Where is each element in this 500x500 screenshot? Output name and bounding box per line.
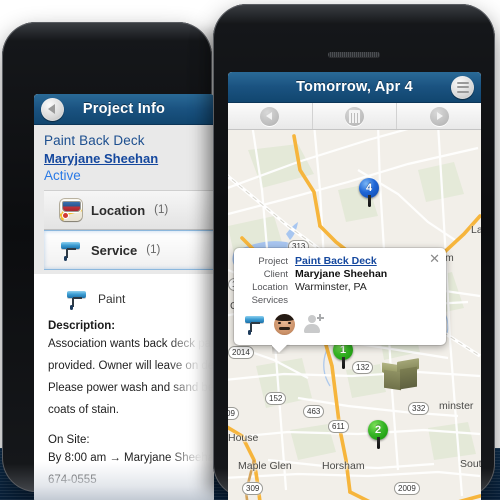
callout-arrow	[272, 344, 290, 354]
description-line: Association wants back deck painted t	[48, 338, 214, 350]
add-person-icon[interactable]	[303, 314, 324, 333]
callout-fields: Project Paint Back Deck Client Maryjane …	[242, 255, 438, 306]
callout-project-link[interactable]: Paint Back Deck	[295, 255, 438, 267]
calendar-button[interactable]	[313, 103, 398, 129]
next-day-button[interactable]	[397, 103, 481, 129]
right-phone-screen: Tomorrow, Apr 4 La minster Horsham Maple…	[228, 72, 481, 500]
onsite-label-colon: :	[86, 434, 90, 446]
paint-roller-icon[interactable]	[244, 313, 266, 335]
route-shield: 132	[352, 361, 374, 374]
right-phone-device: Tomorrow, Apr 4 La minster Horsham Maple…	[213, 4, 495, 500]
onsite-label-text: On Site	[48, 434, 87, 446]
date-nav-toolbar	[228, 103, 481, 130]
map-place-label: minster	[439, 400, 474, 412]
onsite-line: 674-0555	[48, 474, 97, 486]
callout-services-value	[295, 294, 438, 306]
onsite-label: On Site:	[48, 434, 200, 446]
map-pin-tail	[376, 437, 380, 449]
map-canvas[interactable]: Doylestown Buckingham Laha Cha minster H…	[228, 130, 481, 500]
map-place-label: Laha	[471, 224, 481, 236]
callout-key: Location	[252, 282, 288, 293]
accordion-item-service[interactable]: Service (1)	[44, 230, 214, 270]
map-place-label: Southam	[460, 458, 481, 470]
left-navbar: Project Info	[34, 94, 214, 125]
accordion-item-label: Location	[91, 202, 146, 218]
calendar-icon	[345, 106, 364, 126]
date-title: Tomorrow, Apr 4	[296, 79, 413, 95]
route-shield: 611	[328, 420, 349, 433]
service-row: Paint	[66, 288, 200, 310]
route-shield: 463	[303, 405, 325, 418]
accordion-item-count: (1)	[154, 204, 169, 216]
list-menu-button[interactable]	[451, 75, 474, 99]
description-label: Description:	[48, 320, 116, 332]
chevron-left-icon	[260, 106, 280, 126]
callout-key: Project	[258, 256, 288, 267]
callout-key: Client	[263, 269, 288, 280]
page-title: Project Info	[82, 101, 166, 117]
map-callout-popup: ✕ Project Paint Back Deck Client Maryjan…	[234, 248, 446, 345]
map-place-label: Maple Glen	[238, 460, 292, 472]
left-phone-screen: Project Info Paint Back Deck Maryjane Sh…	[34, 94, 214, 500]
route-shield: 2009	[394, 482, 420, 495]
right-navbar: Tomorrow, Apr 4	[228, 72, 481, 103]
project-header: Paint Back Deck Maryjane Sheehan Active …	[34, 125, 214, 274]
onsite-line: By 8:00 am → Maryjane Sheehan	[48, 452, 214, 464]
paint-roller-icon	[60, 239, 82, 261]
map-place-label: Horsham	[322, 460, 365, 472]
list-menu-icon	[456, 81, 469, 93]
route-shield: 309	[242, 482, 264, 495]
close-icon[interactable]: ✕	[429, 252, 440, 265]
project-status: Active	[44, 168, 81, 183]
callout-key: Services	[251, 295, 288, 306]
chevron-left-icon	[48, 104, 55, 114]
description-line: coats of stain.	[48, 404, 119, 416]
map-location-icon	[60, 199, 82, 221]
assignee-avatar[interactable]	[274, 313, 295, 335]
back-button[interactable]	[41, 97, 64, 121]
service-detail-panel: Paint Description: Association wants bac…	[34, 274, 214, 500]
callout-location-value: Warminster, PA	[295, 281, 367, 293]
accordion-item-label: Service	[91, 242, 138, 258]
left-phone-device: Project Info Paint Back Deck Maryjane Sh…	[2, 22, 214, 500]
earpiece-speaker	[328, 52, 380, 57]
map-pin-tail	[341, 357, 345, 369]
accordion-item-location[interactable]: Location (1)	[44, 190, 214, 230]
route-shield: 152	[265, 392, 287, 405]
project-client-link[interactable]: Maryjane Sheehan	[44, 151, 214, 166]
paint-roller-icon	[66, 288, 88, 310]
chevron-right-icon	[429, 106, 449, 126]
map-pin-tail	[367, 195, 371, 207]
accordion-item-count: (1)	[146, 244, 161, 256]
description-line: provided. Owner will leave on deck f	[48, 360, 214, 372]
screenshot-stage: Project Info Paint Back Deck Maryjane Sh…	[0, 0, 500, 500]
map-pin-4[interactable]: 4	[359, 178, 379, 207]
route-shield: 2014	[228, 346, 254, 359]
project-title: Paint Back Deck	[44, 133, 145, 148]
house-marker-icon	[380, 358, 420, 392]
callout-icon-row	[242, 311, 438, 337]
route-shield: 332	[408, 402, 430, 415]
accordion-list: Location (1) Service (1)	[44, 190, 214, 270]
callout-client-value: Maryjane Sheehan	[295, 268, 388, 280]
map-pin-2[interactable]: 2	[368, 420, 388, 449]
prev-day-button[interactable]	[228, 103, 313, 129]
description-line: Please power wash and sand before	[48, 382, 214, 394]
map-place-label: House	[228, 432, 259, 444]
service-name: Paint	[98, 292, 126, 306]
